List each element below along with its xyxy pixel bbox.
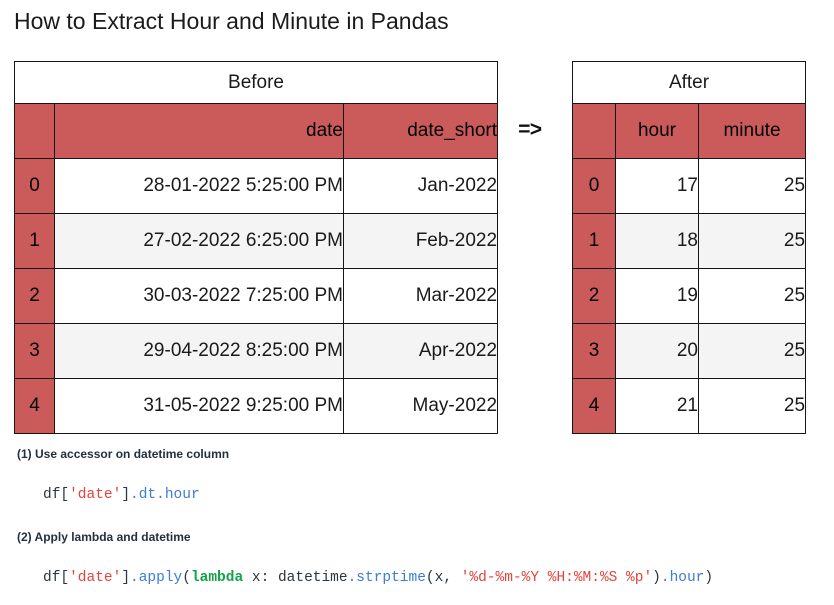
code-token: .dt.hour [130,487,200,503]
snippet-1-code: df['date'].dt.hour [43,487,200,503]
code-token: 'date' [69,570,122,586]
table-row: 0 17 25 [572,158,807,214]
code-token: .strptime [347,570,426,586]
code-token: .hour [660,570,705,586]
code-token: df[ [43,570,70,586]
before-column-header-date-short: date_short [342,103,499,159]
cell-minute: 25 [697,323,807,379]
table-row: 2 30-03-2022 7:25:00 PM Mar-2022 [14,268,499,324]
code-token: ] [121,570,131,586]
cell-date: 31-05-2022 9:25:00 PM [54,378,344,434]
after-column-header-minute: minute [697,103,807,159]
code-token: x: datetime [243,570,348,586]
cell-date-short: Mar-2022 [342,268,499,324]
row-index: 4 [572,378,616,434]
code-token: df[ [43,487,70,503]
code-token: ) [704,570,714,586]
row-index: 1 [14,213,55,269]
cell-date: 27-02-2022 6:25:00 PM [54,213,344,269]
row-index: 2 [572,268,616,324]
code-token: '%d-%m-%Y %H:%M:%S %p' [460,570,653,586]
table-row: 4 31-05-2022 9:25:00 PM May-2022 [14,378,499,434]
code-token: 'date' [69,487,122,503]
before-column-header-date: date [54,103,344,159]
cell-date-short: Jan-2022 [342,158,499,214]
after-column-header-hour: hour [615,103,699,159]
cell-date: 30-03-2022 7:25:00 PM [54,268,344,324]
row-index: 3 [572,323,616,379]
cell-date-short: Apr-2022 [342,323,499,379]
after-dataframe-table: After hour minute 0 17 25 1 18 25 2 19 2… [571,61,807,434]
row-index: 3 [14,323,55,379]
row-index: 2 [14,268,55,324]
page-title: How to Extract Hour and Minute in Pandas [14,8,449,34]
after-table-caption: After [571,61,807,104]
table-row: 4 21 25 [572,378,807,434]
snippet-2-label: (2) Apply lambda and datetime [17,530,191,544]
after-index-column-header [572,103,616,159]
table-row: 1 18 25 [572,213,807,269]
table-row: 3 29-04-2022 8:25:00 PM Apr-2022 [14,323,499,379]
table-row: 1 27-02-2022 6:25:00 PM Feb-2022 [14,213,499,269]
cell-minute: 25 [697,213,807,269]
row-index: 0 [572,158,616,214]
cell-minute: 25 [697,268,807,324]
before-caption-row: Before [13,61,499,104]
before-header-row: date date_short [14,103,499,159]
row-index: 1 [572,213,616,269]
transform-arrow-icon: => [518,120,542,143]
snippet-1-label: (1) Use accessor on datetime column [17,447,230,461]
code-token: ] [121,487,131,503]
cell-date: 29-04-2022 8:25:00 PM [54,323,344,379]
code-token: ) [652,570,661,586]
cell-hour: 18 [615,213,699,269]
cell-hour: 20 [615,323,699,379]
cell-hour: 17 [615,158,699,214]
row-index: 0 [14,158,55,214]
page-root: How to Extract Hour and Minute in Pandas… [0,0,834,605]
cell-minute: 25 [697,158,807,214]
code-token: .apply [130,570,183,586]
table-row: 0 28-01-2022 5:25:00 PM Jan-2022 [14,158,499,214]
code-token: (x, [425,570,461,586]
code-token: lambda [190,570,244,586]
table-row: 3 20 25 [572,323,807,379]
row-index: 4 [14,378,55,434]
before-index-column-header [14,103,55,159]
snippet-2-code: df['date'].apply(lambda x: datetime.strp… [43,570,713,586]
before-table-caption: Before [13,61,499,104]
cell-date-short: Feb-2022 [342,213,499,269]
before-dataframe-table: Before date date_short 0 28-01-2022 5:25… [13,61,499,434]
cell-date: 28-01-2022 5:25:00 PM [54,158,344,214]
after-caption-row: After [571,61,807,104]
after-header-row: hour minute [572,103,807,159]
table-row: 2 19 25 [572,268,807,324]
cell-hour: 21 [615,378,699,434]
cell-date-short: May-2022 [342,378,499,434]
cell-hour: 19 [615,268,699,324]
code-token: ( [182,570,191,586]
cell-minute: 25 [697,378,807,434]
